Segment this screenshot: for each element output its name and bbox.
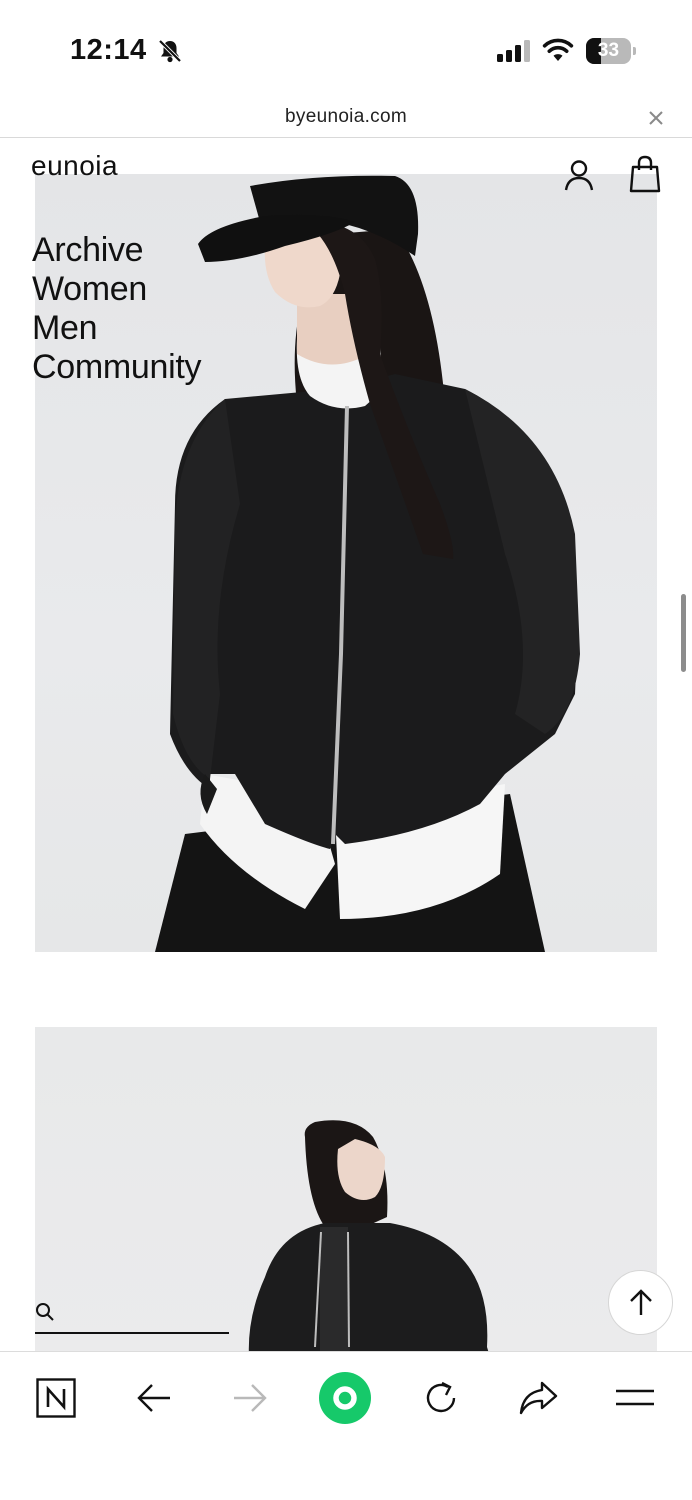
share-icon: [519, 1381, 558, 1415]
search-input[interactable]: [35, 1332, 229, 1334]
user-icon[interactable]: [562, 158, 596, 192]
forward-arrow-icon: [234, 1384, 267, 1412]
nav-item-women[interactable]: Women: [32, 270, 201, 309]
wifi-icon: [542, 38, 574, 61]
green-circle-icon: [319, 1372, 371, 1424]
secondary-product-image[interactable]: [35, 1027, 657, 1357]
address-bar[interactable]: byeunoia.com: [0, 100, 692, 138]
battery-indicator: 33: [586, 38, 636, 64]
share-button[interactable]: [503, 1370, 573, 1426]
search-icon[interactable]: [35, 1302, 55, 1322]
nav-item-community[interactable]: Community: [32, 348, 202, 387]
nav-item-archive[interactable]: Archive: [32, 231, 201, 270]
forward-button[interactable]: [215, 1370, 285, 1426]
cellular-signal-icon: [497, 40, 530, 62]
close-icon[interactable]: [646, 108, 666, 128]
scrollbar[interactable]: [681, 594, 686, 672]
battery-level: 33: [597, 40, 620, 61]
reload-icon: [426, 1381, 456, 1413]
reload-button[interactable]: [406, 1370, 476, 1426]
back-arrow-icon: [137, 1384, 170, 1412]
status-time: 12:14: [70, 34, 147, 66]
naver-home-button[interactable]: [21, 1370, 91, 1426]
arrow-up-icon: [630, 1289, 652, 1315]
shopping-bag-icon[interactable]: [628, 155, 662, 193]
status-bar: 12:14 33: [0, 0, 692, 100]
menu-icon: [616, 1389, 654, 1406]
green-dot-button[interactable]: [310, 1370, 380, 1426]
site-logo[interactable]: eunoia: [31, 150, 118, 182]
browser-page: 12:14 33 byeunoia.com eunoia Archive Wom…: [0, 0, 692, 1500]
nav-item-men[interactable]: Men: [32, 309, 201, 348]
url-text[interactable]: byeunoia.com: [0, 106, 692, 128]
main-nav: Archive Women Men Community: [32, 231, 202, 387]
browser-toolbar: [0, 1351, 692, 1500]
naver-n-icon: [36, 1378, 76, 1418]
bell-slash-icon: [158, 39, 182, 63]
back-button[interactable]: [119, 1370, 189, 1426]
menu-button[interactable]: [600, 1370, 670, 1426]
model-photo-2: [248, 1120, 490, 1357]
scroll-to-top-button[interactable]: [608, 1270, 673, 1335]
